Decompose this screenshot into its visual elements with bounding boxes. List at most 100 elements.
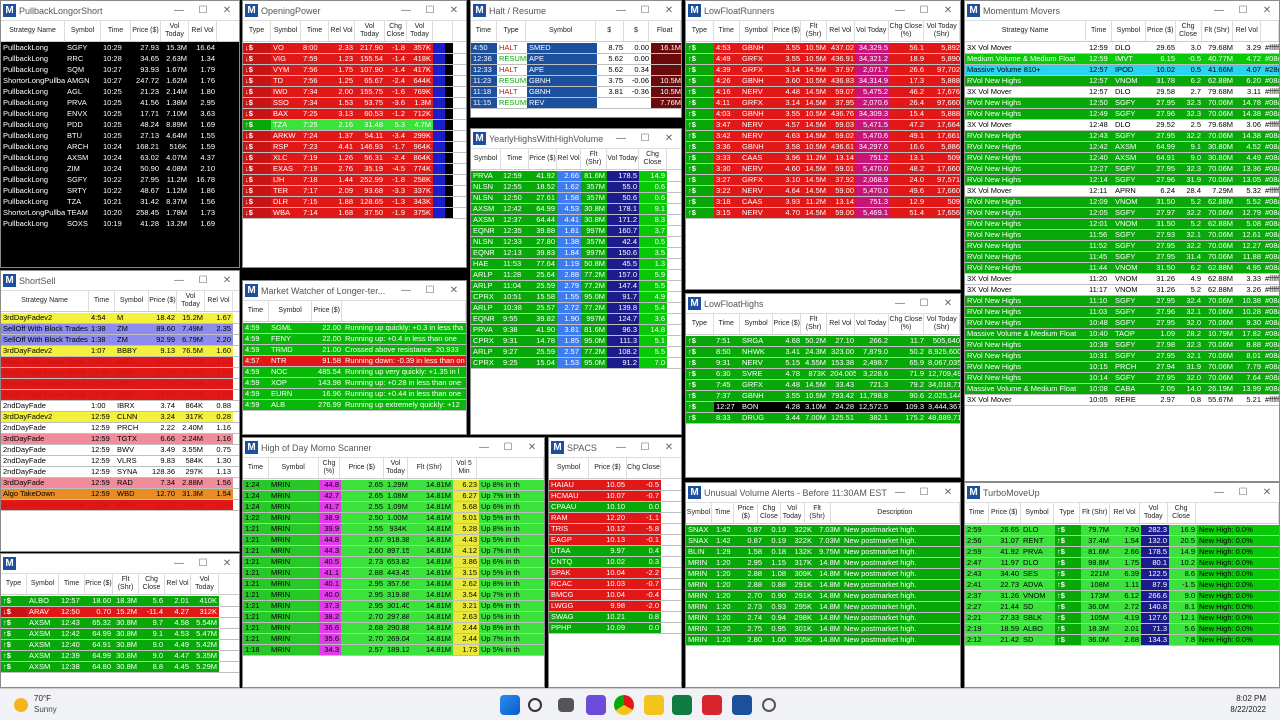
titlebar[interactable]: M LowFloatHighs — ☐ ✕	[686, 294, 960, 314]
table-row[interactable]: CPRX 9:31 14.78 1.85 95.0M 111.3 5.1	[471, 336, 681, 347]
titlebar[interactable]: M YearlyHighsWithHighVolume — ☐ ✕	[471, 129, 681, 149]
table-row[interactable]: RVol New Highs 12:40 AXSM 64.91 9.0 30.80M 4.4…	[965, 153, 1279, 164]
search-icon[interactable]	[528, 698, 542, 712]
table-row[interactable]: BMCG 10.04 -0.4	[549, 590, 681, 601]
table-row[interactable]: 3X Vol Mover 11:20 VNOM 31.26 4.9 62.88M 3.33 #…	[965, 274, 1279, 285]
header-cell[interactable]: Vol Today	[855, 21, 889, 41]
table-row[interactable]: 3rdDayFadev2 12:59 CLNN 3.24 317K 0.28	[1, 412, 239, 423]
close-icon[interactable]: ✕	[657, 442, 681, 453]
table-row[interactable]: 3X Vol Mover 12:57 DLO 29.58 2.7 79.68M 3.11 #f…	[965, 87, 1279, 98]
table-row[interactable]: RVol New Highs 12:49 SGFY 27.96 32.3 70.06M 14…	[965, 109, 1279, 120]
titlebar[interactable]: M TurboMoveUp — ☐ ✕	[965, 483, 1279, 503]
table-row[interactable]: RVol New Highs 10:14 SGFY 27.95 32.0 70.06M 7.…	[965, 373, 1279, 384]
table-row[interactable]: HAE 11:53 77.64 1.19 50.8M 45.5 1.3	[471, 259, 681, 270]
table-row[interactable]: PullbackLong AGL 10:25 21.23 2.14M 1.80	[1, 87, 239, 98]
table-row[interactable]: 12:33 HALT APE 5.62 0.34	[471, 65, 681, 76]
header-cell[interactable]: Chg Close (%)	[889, 21, 925, 41]
table-row[interactable]: 11:18 HALT GBNH 3.81 -0.36 10.5M	[471, 87, 681, 98]
start-icon[interactable]	[500, 695, 520, 715]
table-row[interactable]: ↑$ 9:31 NERV 5.15 4.55M 153.38 2,498.7 65.9 8,06…	[686, 358, 960, 369]
titlebar[interactable]: M PullbackLongorShort — ☐ ✕	[1, 1, 239, 21]
table-row[interactable]: MRIN 1:20 2.74 0.94 298K 14.8M New postmarket …	[686, 613, 960, 624]
table-row[interactable]: EAGP 10.13 -0.1	[549, 535, 681, 546]
table-row[interactable]: ↑$ 4:26 GBNH 3.60 10.5M 436.83 34,314.9 17.3 5,8…	[686, 76, 960, 87]
table-row[interactable]: 4:50 HALT SMED 8.75 0.00 16.1M	[471, 43, 681, 54]
header-cell[interactable]: Symbol	[269, 458, 319, 478]
header-cell[interactable]: Price ($)	[85, 574, 113, 594]
header-cell[interactable]: Vol Today	[177, 291, 205, 311]
header-cell[interactable]: Vol Today	[855, 314, 889, 334]
table-row[interactable]: RVol New Highs 12:05 SGFY 27.97 32.2 70.06M 12…	[965, 208, 1279, 219]
header-cell[interactable]: Chg Close (%)	[889, 314, 925, 334]
table-row[interactable]: MRIN 1:20 2.80 1.00 305K 14.8M New postmarket …	[686, 635, 960, 646]
table-row[interactable]: ↑$ 3:36 GBNH 3.58 10.5M 436.61 34,297.6 16.6 5,8…	[686, 142, 960, 153]
table-row[interactable]: ↓$ VO 8:00 2.33 217.90 -1.8 357K	[243, 43, 466, 54]
table-row[interactable]: 2ndDayFade 12:59 PRCH 2.22 2.40M 1.16	[1, 423, 239, 434]
header-cell[interactable]: Symbol	[27, 574, 59, 594]
table-row[interactable]: ↑$ 3:15 NERV 4.70 14.5M 59.00 5,469.1 51.4 17,65…	[686, 208, 960, 219]
maximize-icon[interactable]: ☐	[191, 558, 215, 569]
header-cell[interactable]: Rel Vol	[1110, 503, 1140, 523]
table-row[interactable]: 1:24 MRIN 42.7 2.65 1.08M 14.81M 6.27 Up 7% in …	[243, 491, 544, 502]
table-row[interactable]: ↑$ 4:03 GBNH 3.55 10.5M 436.76 34,309.3 15.4 5,8…	[686, 109, 960, 120]
maximize-icon[interactable]: ☐	[418, 285, 442, 296]
table-row[interactable]: ARLP 11:28 25.64 2.88 77.2M 157.0 5.9	[471, 270, 681, 281]
header-cell[interactable]: Symbol	[526, 21, 596, 41]
table-row[interactable]: 11:23RESUMEGBNH3.75-0.0610.5M	[471, 76, 681, 87]
header-cell[interactable]: Type	[1054, 503, 1081, 523]
table-row[interactable]: 2:27 21.44 SD ↑$ 36.0M 2.72 140.8 8.1 New High: …	[965, 602, 1279, 613]
app-red-icon[interactable]	[702, 695, 722, 715]
table-row[interactable]: ↑$ AXSM 12:43 65.32 30.8M 9.7 4.58 5.54M	[1, 618, 239, 629]
table-row[interactable]: 1:21MRIN40.52.73653.82K14.81M3.86Up 6% i…	[243, 557, 544, 568]
titlebar[interactable]: M OpeningPower — ☐ ✕	[243, 1, 466, 21]
header-cell[interactable]: Symbol	[271, 21, 301, 41]
table-row[interactable]: RVol New Highs 12:14 SGFY 27.96 31.9 70.06M 13…	[965, 175, 1279, 186]
table-row[interactable]: RVol New Highs 12:50 SGFY 27.95 32.3 70.06M 14…	[965, 98, 1279, 109]
table-row[interactable]: PullbackLong AXSM 10:24 63.02 4.07M 4.37	[1, 153, 239, 164]
close-icon[interactable]: ✕	[442, 5, 466, 16]
table-row[interactable]: ↑$ 3:47 NERV 4.57 14.5M 59.03 5,471.5 47.2 17,66…	[686, 120, 960, 131]
header-cell[interactable]: Type	[497, 21, 527, 41]
table-row[interactable]: 1:21MRIN35.62.70269.04K14.81M2.44Up 7% i…	[243, 634, 544, 645]
header-cell[interactable]	[433, 21, 453, 41]
table-row[interactable]: CPRX 10:51 15.58 1.55 95.0M 91.7 4.9	[471, 292, 681, 303]
header-cell[interactable]: Time	[59, 574, 85, 594]
table-row[interactable]: PullbackLong ARCH 10:24 168.21 516K 1.59	[1, 142, 239, 153]
table-row[interactable]: 3rdDayFadev2 1:07 BBBY 9.13 76.5M 1.60	[1, 346, 239, 357]
table-row[interactable]: ARLP 11:04 25.59 2.79 77.2M 147.4 5.5	[471, 281, 681, 292]
maximize-icon[interactable]: ☐	[912, 298, 936, 309]
table-row[interactable]: PullbackLong SGFY 10:29 27.93 15.3M 16.64	[1, 43, 239, 54]
header-cell[interactable]: Time	[89, 291, 115, 311]
header-cell[interactable]: Symbol	[115, 291, 149, 311]
header-cell[interactable]: Vol Today	[607, 149, 639, 169]
table-row[interactable]: ↓$ WBA 7:14 1.68 37.50 -1.9 375K	[243, 208, 466, 219]
table-row[interactable]: RVol New Highs 11:56 SGFY 27.93 32.1 70.06M 12…	[965, 230, 1279, 241]
header-cell[interactable]: Strategy Name	[1, 291, 89, 311]
header-cell[interactable]: Chg Close	[639, 149, 667, 169]
table-row[interactable]: 4:59 TRMD 21.00 Crossed above resistance. 2…	[243, 345, 466, 356]
header-cell[interactable]: Strategy Name	[1, 21, 65, 41]
table-row[interactable]: ↑$ AXSM 12:38 64.80 30.8M 8.8 4.45 5.29M	[1, 662, 239, 673]
header-cell[interactable]	[1261, 21, 1279, 41]
table-row[interactable]: SNAX 1:42 0.87 0.19 322K 7.03M New postmarket …	[686, 525, 960, 536]
table-row[interactable]: 3rdDayFade 12:59 TGTX 6.66 2.24M 1.16	[1, 434, 239, 445]
close-icon[interactable]: ✕	[1255, 487, 1279, 498]
table-row[interactable]: MRIN 1:20 2.75 0.95 301K 14.8M New postmarket …	[686, 624, 960, 635]
header-cell[interactable]: Time	[712, 503, 735, 523]
table-row[interactable]: RVol New Highs 10:15 PRCH 27.94 31.9 70.06M 7.…	[965, 362, 1279, 373]
header-cell[interactable]: Vol Today	[781, 503, 805, 523]
table-row[interactable]: ↓$ SSO 7:34 1.53 53.75 -3.6 1.3M	[243, 98, 466, 109]
table-row[interactable]: Massive Volume 810+ 12:57 IPOD 10.02 0.5 41.6…	[965, 65, 1279, 76]
table-row[interactable]: 2:43 34.40 SES ↑$ 221M 6.39 122.5 8.6 New High: …	[965, 569, 1279, 580]
table-row[interactable]: PullbackLong SQM 10:27 93.93 1.67M 1.79	[1, 65, 239, 76]
table-row[interactable]: HAIAU 10.05 -0.5	[549, 480, 681, 491]
maximize-icon[interactable]: ☐	[912, 487, 936, 498]
table-row[interactable]: PRVA 9:38 41.90 3.81 81.6M 96.3 14.8	[471, 325, 681, 336]
table-row[interactable]: RVol New Highs 10:48 SGFY 27.95 32.0 70.06M 9.…	[965, 318, 1279, 329]
maximize-icon[interactable]: ☐	[633, 133, 657, 144]
table-row[interactable]: Block Trade Down Trend 12:50 WBD 12.77 30.1M…	[1, 368, 239, 379]
header-cell[interactable]: Symbol	[740, 21, 774, 41]
table-row[interactable]: 4:59 EURN 16.96 Running up: +0.44 in less t…	[243, 389, 466, 400]
header-cell[interactable]: Vol Today	[161, 21, 189, 41]
table-row[interactable]: ARLP 10:38 25.57 2.72 77.2M 139.8 5.4	[471, 303, 681, 314]
